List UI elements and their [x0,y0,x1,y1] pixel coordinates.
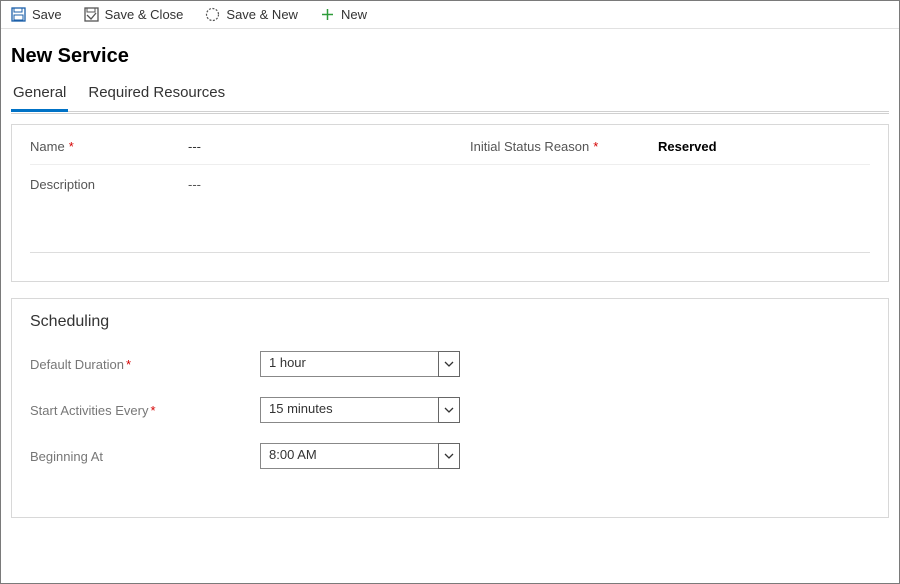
tab-required-resources[interactable]: Required Resources [86,78,227,111]
tabs: General Required Resources [11,78,889,114]
name-status-row: Name * --- Initial Status Reason * Reser… [30,139,870,165]
default-duration-value: 1 hour [260,351,460,377]
required-marker: * [150,403,155,418]
start-activities-label: Start Activities Every* [30,403,260,418]
new-button[interactable]: New [320,7,367,22]
general-panel: Name * --- Initial Status Reason * Reser… [11,124,889,282]
content: Name * --- Initial Status Reason * Reser… [1,114,899,544]
description-label: Description [30,177,180,192]
header: New Service General Required Resources [1,29,899,114]
plus-icon [320,7,335,22]
save-close-icon [84,7,99,22]
default-duration-select[interactable]: 1 hour [260,351,460,377]
initial-status-value: Reserved [650,139,717,154]
name-label: Name * [30,139,180,154]
scheduling-panel: Scheduling Default Duration* 1 hour Star… [11,298,889,518]
save-new-icon [205,7,220,22]
beginning-at-select[interactable]: 8:00 AM [260,443,460,469]
beginning-at-label: Beginning At [30,449,260,464]
initial-status-label: Initial Status Reason * [470,139,650,154]
default-duration-label: Default Duration* [30,357,260,372]
name-value: --- [180,139,201,154]
save-close-label: Save & Close [105,7,184,22]
scheduling-title: Scheduling [30,313,870,331]
divider [30,252,870,253]
tab-general[interactable]: General [11,78,68,111]
description-value: --- [180,177,201,192]
save-label: Save [32,7,62,22]
name-field[interactable]: Name * --- [30,139,430,154]
save-new-label: Save & New [226,7,298,22]
beginning-at-value: 8:00 AM [260,443,460,469]
description-field[interactable]: Description --- [30,165,870,192]
toolbar: Save Save & Close Save & New New [1,1,899,29]
save-icon [11,7,26,22]
required-marker: * [593,139,598,154]
start-activities-select[interactable]: 15 minutes [260,397,460,423]
page-title: New Service [11,45,889,68]
start-activities-value: 15 minutes [260,397,460,423]
new-label: New [341,7,367,22]
start-activities-row: Start Activities Every* 15 minutes [30,397,870,423]
initial-status-field[interactable]: Initial Status Reason * Reserved [470,139,870,154]
save-button[interactable]: Save [11,7,62,22]
required-marker: * [69,139,74,154]
beginning-at-row: Beginning At 8:00 AM [30,443,870,469]
default-duration-row: Default Duration* 1 hour [30,351,870,377]
save-close-button[interactable]: Save & Close [84,7,184,22]
save-new-button[interactable]: Save & New [205,7,298,22]
required-marker: * [126,357,131,372]
